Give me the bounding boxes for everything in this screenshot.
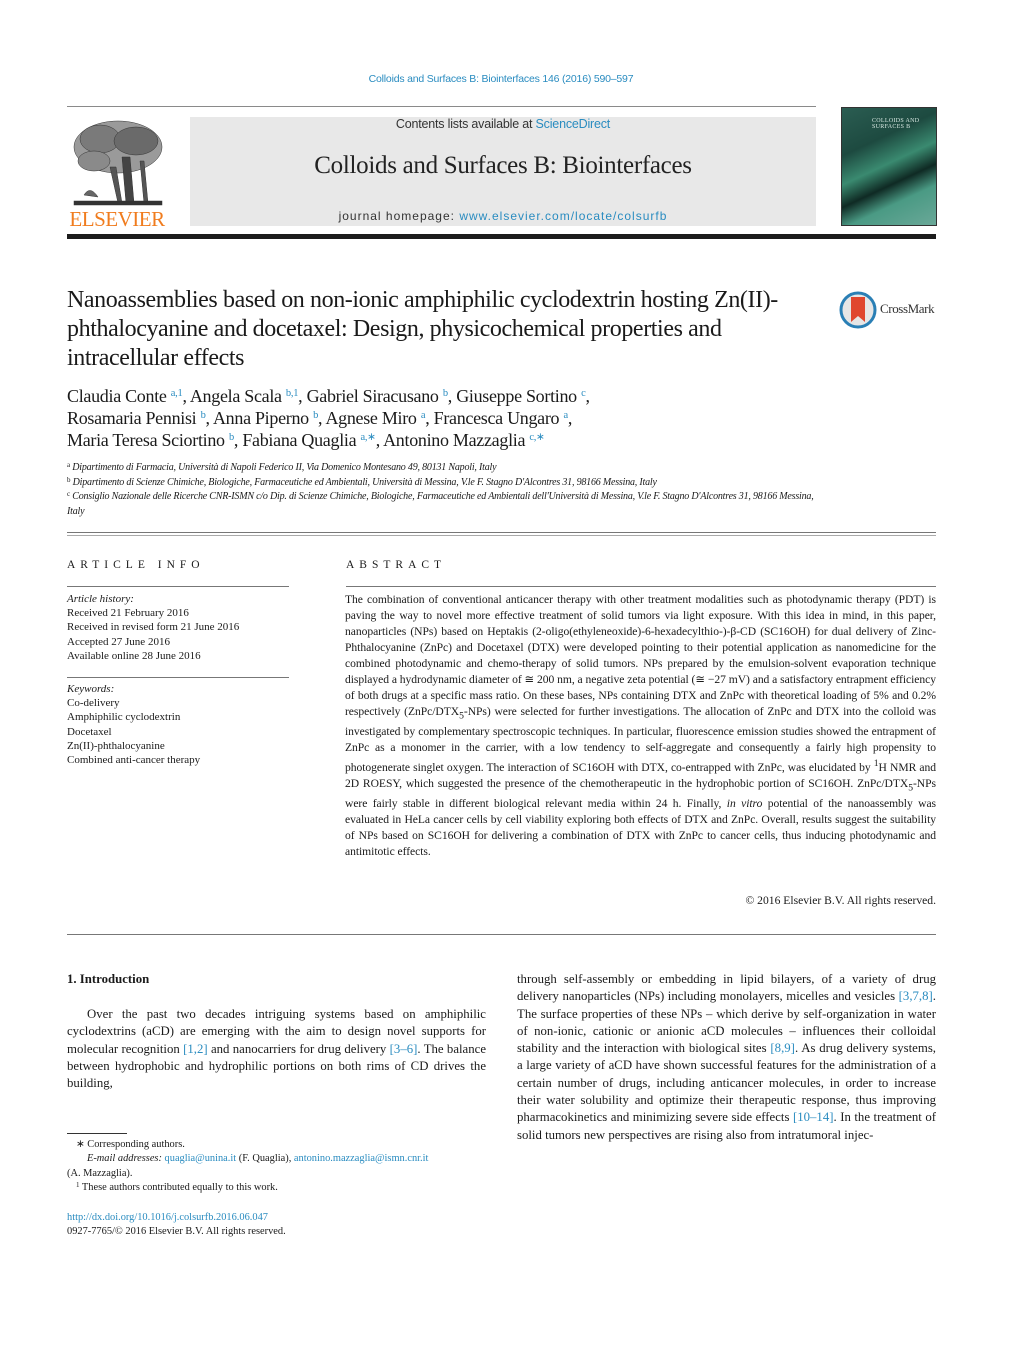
email-link[interactable]: quaglia@unina.it	[165, 1153, 237, 1164]
abstract-rule	[346, 586, 936, 587]
keyword: Combined anti-cancer therapy	[67, 754, 201, 767]
history-item: Received 21 February 2016	[67, 607, 189, 620]
homepage-line: journal homepage: www.elsevier.com/locat…	[190, 209, 816, 223]
body-column-left: Over the past two decades intriguing sys…	[67, 1007, 486, 1091]
abstract-copyright: © 2016 Elsevier B.V. All rights reserved…	[745, 894, 936, 907]
author[interactable]: Giuseppe Sortino c	[456, 386, 586, 406]
sciencedirect-link[interactable]: ScienceDirect	[536, 117, 611, 131]
reference-link[interactable]: [1,2]	[183, 1042, 208, 1056]
crossmark-label: CrossMark	[880, 301, 935, 316]
keyword: Zn(II)-phthalocyanine	[67, 739, 165, 752]
author-affiliation-marker[interactable]: a,1	[171, 388, 183, 399]
history-label: Article history:	[67, 593, 134, 605]
article-info-heading: ARTICLE INFO	[67, 559, 205, 571]
reference-link[interactable]: [3,7,8]	[899, 989, 933, 1003]
section-heading-introduction: 1. Introduction	[67, 972, 150, 986]
elsevier-tree-icon	[73, 120, 163, 206]
journal-citation-link[interactable]: Colloids and Surfaces B: Biointerfaces 1…	[0, 73, 1002, 85]
author[interactable]: Francesca Ungaro a	[434, 408, 569, 428]
contents-prefix: Contents lists available at	[395, 117, 536, 131]
info-rule	[67, 586, 289, 587]
email-link[interactable]: antonino.mazzaglia@ismn.cnr.it	[294, 1153, 429, 1164]
keywords: Keywords: Co-delivery Amphiphilic cyclod…	[67, 682, 297, 767]
author[interactable]: Fabiana Quaglia a,∗	[242, 430, 376, 450]
abstract-text: The combination of conventional anticanc…	[345, 593, 936, 859]
author[interactable]: Anna Piperno b	[213, 408, 318, 428]
author[interactable]: Gabriel Siracusano b	[307, 386, 449, 406]
author[interactable]: Antonino Mazzaglia c,∗	[383, 430, 545, 450]
history-item: Accepted 27 June 2016	[67, 635, 170, 648]
body-divider	[67, 934, 936, 935]
reference-link[interactable]: [8,9]	[770, 1041, 795, 1055]
author[interactable]: Claudia Conte a,1	[67, 386, 183, 406]
footnotes: ∗ Corresponding authors. E-mail addresse…	[67, 1138, 497, 1195]
doi-link[interactable]: http://dx.doi.org/10.1016/j.colsurfb.201…	[67, 1212, 268, 1223]
elsevier-wordmark: ELSEVIER	[69, 207, 165, 231]
article-history: Article history: Received 21 February 20…	[67, 592, 297, 663]
masthead-band: Contents lists available at ScienceDirec…	[190, 117, 816, 226]
footnote-rule	[67, 1133, 127, 1134]
keywords-label: Keywords:	[67, 683, 115, 695]
affiliations: a Dipartimento di Farmacia, Università d…	[67, 461, 827, 519]
author-affiliation-marker[interactable]: a,∗	[361, 432, 376, 443]
reference-link[interactable]: [3–6]	[390, 1042, 418, 1056]
keyword: Co-delivery	[67, 697, 120, 710]
journal-cover-thumbnail[interactable]: COLLOIDS AND SURFACES B	[841, 107, 937, 226]
author-list: Claudia Conte a,1, Angela Scala b,1, Gab…	[67, 386, 590, 450]
crossmark-icon	[839, 291, 877, 329]
cover-title: COLLOIDS AND SURFACES B	[872, 118, 920, 130]
elsevier-logo[interactable]: ELSEVIER	[66, 117, 168, 231]
section-divider	[67, 532, 936, 536]
affiliation: b Dipartimento di Scienze Chimiche, Biol…	[67, 475, 657, 488]
crossmark-button[interactable]: CrossMark	[839, 291, 939, 329]
homepage-prefix: journal homepage:	[338, 209, 460, 223]
email-note: E-mail addresses: quaglia@unina.it (F. Q…	[87, 1153, 429, 1165]
affiliation: a Dipartimento di Farmacia, Università d…	[67, 461, 497, 474]
author-affiliation-marker[interactable]: b,1	[286, 388, 299, 399]
author[interactable]: Agnese Miro a	[325, 408, 425, 428]
affiliation: c Consiglio Nazionale delle Ricerche CNR…	[67, 490, 814, 517]
contents-line: Contents lists available at ScienceDirec…	[190, 117, 816, 131]
abstract-heading: ABSTRACT	[346, 559, 447, 571]
history-item: Available online 28 June 2016	[67, 649, 201, 662]
history-item: Received in revised form 21 June 2016	[67, 621, 240, 634]
author[interactable]: Angela Scala b,1	[190, 386, 299, 406]
masthead-thick-rule	[67, 234, 936, 239]
author[interactable]: Maria Teresa Sciortino b	[67, 430, 234, 450]
info-rule	[67, 677, 289, 678]
header-rule	[67, 106, 816, 107]
body-column-right: through self-assembly or embedding in li…	[517, 972, 936, 1142]
author[interactable]: Rosamaria Pennisi b	[67, 408, 206, 428]
keyword: Docetaxel	[67, 725, 112, 738]
issn-line: 0927-7765/© 2016 Elsevier B.V. All right…	[67, 1226, 286, 1238]
doi-block: http://dx.doi.org/10.1016/j.colsurfb.201…	[67, 1211, 497, 1240]
equal-contribution-note: 1 These authors contributed equally to t…	[76, 1180, 278, 1193]
keyword: Amphiphilic cyclodextrin	[67, 711, 181, 724]
journal-name: Colloids and Surfaces B: Biointerfaces	[314, 152, 692, 179]
article-title: Nanoassemblies based on non-ionic amphip…	[67, 287, 778, 371]
journal-homepage-link[interactable]: www.elsevier.com/locate/colsurfb	[459, 209, 667, 223]
author-affiliation-marker[interactable]: c,∗	[529, 432, 544, 443]
reference-link[interactable]: [10–14]	[793, 1110, 834, 1124]
corresponding-note: ∗ Corresponding authors.	[76, 1139, 185, 1150]
